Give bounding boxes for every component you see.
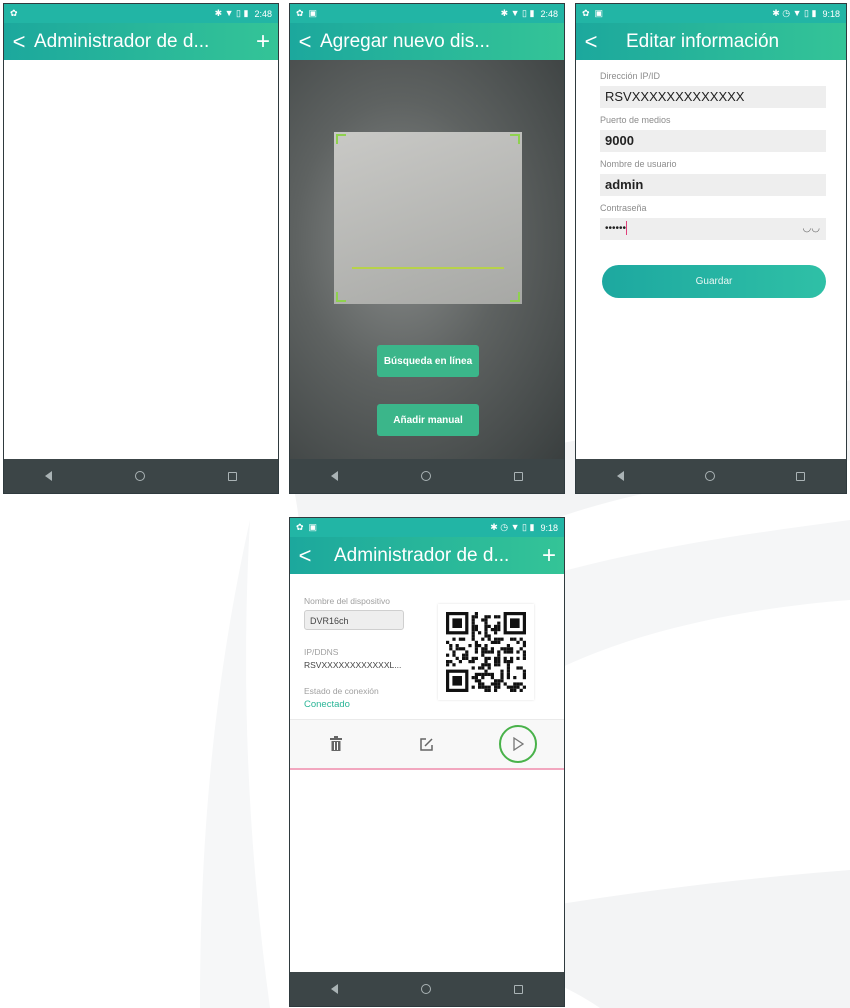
text-cursor xyxy=(626,221,628,236)
back-arrow-icon[interactable]: < xyxy=(4,23,34,60)
port-input[interactable]: 9000 xyxy=(600,130,826,152)
connection-status-label: Estado de conexión xyxy=(304,686,379,696)
back-arrow-icon[interactable]: < xyxy=(290,537,320,574)
status-time: 9:18 xyxy=(540,522,558,533)
app-notification-icon: ✿ xyxy=(582,8,590,18)
app-bar: < Administrador de d... + xyxy=(4,23,278,60)
connection-status-value: Conectado xyxy=(304,699,350,710)
online-search-button[interactable]: Búsqueda en línea xyxy=(377,345,479,377)
app-notification-icon: ✿ xyxy=(296,522,304,532)
signal-icons: ✱ ◷ ▼ ▯ ▮ xyxy=(772,8,817,18)
recents-nav-icon[interactable] xyxy=(796,471,806,481)
camera-preview: Búsqueda en línea Añadir manual xyxy=(290,60,564,459)
app-notification-icon: ✿ xyxy=(10,8,18,18)
status-time: 2:48 xyxy=(540,8,558,19)
status-time: 9:18 xyxy=(822,8,840,19)
app-bar: < Agregar nuevo dis... xyxy=(290,23,564,60)
android-nav-bar xyxy=(576,459,846,493)
image-notification-icon: ▣ xyxy=(308,8,318,18)
page-title: Administrador de d... xyxy=(334,544,510,566)
android-nav-bar xyxy=(290,972,564,1006)
username-label: Nombre de usuario xyxy=(600,159,677,169)
save-button[interactable]: Guardar xyxy=(602,265,826,298)
home-nav-icon[interactable] xyxy=(420,471,431,481)
image-notification-icon: ▣ xyxy=(594,8,604,18)
play-icon xyxy=(513,737,525,751)
device-actions-bar xyxy=(290,719,564,770)
phone-screen-add-device: ✿ ▣ ✱ ▼ ▯ ▮ 2:48 < Agregar nuevo dis... B… xyxy=(289,3,565,494)
android-nav-bar xyxy=(4,459,278,493)
device-name-field: DVR16ch xyxy=(304,610,404,630)
back-nav-icon[interactable] xyxy=(616,471,624,481)
back-nav-icon[interactable] xyxy=(45,471,53,481)
back-arrow-icon[interactable]: < xyxy=(290,23,320,60)
signal-icons: ✱ ◷ ▼ ▯ ▮ xyxy=(490,522,535,532)
device-id-value: RSVXXXXXXXXXXXXL... xyxy=(304,660,402,670)
phone-screen-device-list: ✿ ▣ ✱ ◷ ▼ ▯ ▮ 9:18 < Administrador de d..… xyxy=(289,517,565,1007)
password-mask: •••••• xyxy=(605,223,627,234)
back-nav-icon[interactable] xyxy=(331,984,339,994)
play-button[interactable] xyxy=(499,725,538,763)
recents-nav-icon[interactable] xyxy=(513,471,523,481)
recents-nav-icon[interactable] xyxy=(513,984,523,994)
qr-scan-frame xyxy=(334,132,522,304)
home-nav-icon[interactable] xyxy=(134,471,145,481)
port-label: Puerto de medios xyxy=(600,115,671,125)
edit-icon xyxy=(420,737,434,751)
app-bar: < Editar información xyxy=(576,23,846,60)
back-nav-icon[interactable] xyxy=(331,471,339,481)
password-label: Contraseña xyxy=(600,203,647,213)
android-nav-bar xyxy=(290,459,564,493)
delete-button[interactable] xyxy=(317,725,355,763)
trash-icon xyxy=(329,736,342,751)
device-card[interactable]: Nombre del dispositivo DVR16ch IP/DDNS R… xyxy=(290,574,564,718)
phone-screen-device-list-empty: ✿ ✱ ▼ ▯ ▮ 2:48 < Administrador de d... + xyxy=(3,3,279,494)
status-time: 2:48 xyxy=(254,8,272,19)
status-bar: ✿ ▣ ✱ ◷ ▼ ▯ ▮ 9:18 xyxy=(290,518,564,537)
status-bar: ✿ ✱ ▼ ▯ ▮ 2:48 xyxy=(4,4,278,23)
manual-add-button[interactable]: Añadir manual xyxy=(377,404,479,436)
qr-code-icon xyxy=(446,612,526,692)
back-arrow-icon[interactable]: < xyxy=(576,23,606,60)
scan-line xyxy=(352,267,504,269)
page-title: Administrador de d... xyxy=(34,30,210,52)
recents-nav-icon[interactable] xyxy=(227,471,237,481)
add-icon[interactable]: + xyxy=(248,23,278,60)
device-name-label: Nombre del dispositivo xyxy=(304,596,390,606)
device-id-label: IP/DDNS xyxy=(304,647,339,657)
username-input[interactable]: admin xyxy=(600,174,826,196)
page-title: Editar información xyxy=(626,30,780,52)
edit-form: Dirección IP/ID RSVXXXXXXXXXXXXX Puerto … xyxy=(600,66,826,246)
home-nav-icon[interactable] xyxy=(704,471,715,481)
page-title: Agregar nuevo dis... xyxy=(320,30,491,52)
app-bar: < Administrador de d... + xyxy=(290,537,564,574)
image-notification-icon: ▣ xyxy=(308,522,318,532)
ip-input[interactable]: RSVXXXXXXXXXXXXX xyxy=(600,86,826,108)
signal-icons: ✱ ▼ ▯ ▮ xyxy=(214,8,249,18)
home-nav-icon[interactable] xyxy=(420,984,431,994)
password-input[interactable]: •••••• ◡◡ xyxy=(600,218,826,240)
ip-label: Dirección IP/ID xyxy=(600,71,661,81)
device-qr-code xyxy=(438,604,534,700)
show-password-icon[interactable]: ◡◡ xyxy=(803,218,820,240)
status-bar: ✿ ▣ ✱ ◷ ▼ ▯ ▮ 9:18 xyxy=(576,4,846,23)
edit-button[interactable] xyxy=(408,725,446,763)
status-bar: ✿ ▣ ✱ ▼ ▯ ▮ 2:48 xyxy=(290,4,564,23)
app-notification-icon: ✿ xyxy=(296,8,304,18)
signal-icons: ✱ ▼ ▯ ▮ xyxy=(500,8,535,18)
add-icon[interactable]: + xyxy=(534,537,564,574)
phone-screen-edit-info: ✿ ▣ ✱ ◷ ▼ ▯ ▮ 9:18 < Editar información D… xyxy=(575,3,847,494)
